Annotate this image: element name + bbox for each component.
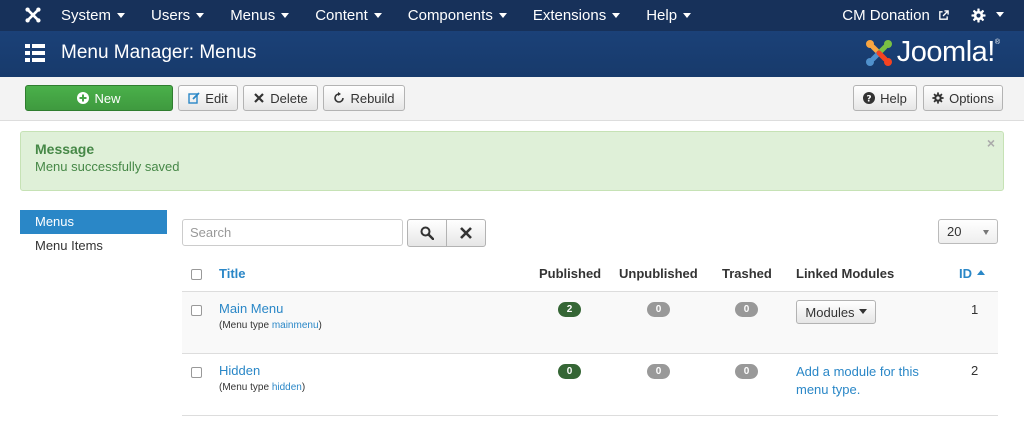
sidebar-item-menu-items[interactable]: Menu Items: [20, 234, 167, 258]
refresh-icon: [334, 92, 345, 103]
caret-down-icon: [683, 12, 692, 18]
menu-list-icon: [25, 44, 45, 62]
search-icon: [420, 226, 434, 240]
menu-type-link[interactable]: hidden: [272, 382, 302, 393]
message-heading: Message: [35, 141, 95, 157]
list-limit-select[interactable]: 20: [938, 219, 998, 244]
close-message-button[interactable]: ×: [987, 135, 995, 151]
caret-down-icon: [196, 12, 205, 18]
gear-icon: [971, 8, 986, 23]
clear-search-button[interactable]: [446, 219, 486, 247]
unpublished-count-badge: 0: [647, 364, 670, 379]
column-header-unpublished: Unpublished: [619, 266, 698, 281]
column-header-linked-modules: Linked Modules: [796, 266, 895, 281]
published-count-badge[interactable]: 2: [558, 302, 581, 317]
menu-help[interactable]: Help: [633, 0, 704, 31]
caret-down-icon: [858, 308, 867, 314]
main-menu: System Users Menus Content Components Ex…: [48, 0, 704, 31]
question-circle-icon: ?: [863, 92, 876, 105]
search-button[interactable]: [407, 219, 447, 247]
external-link-icon: [939, 9, 949, 20]
close-icon: [254, 93, 264, 103]
edit-button[interactable]: Edit: [178, 85, 238, 111]
plus-circle-icon: [77, 92, 90, 104]
brand-text: Joomla!: [896, 36, 996, 68]
row-checkbox[interactable]: [191, 367, 202, 378]
column-header-id[interactable]: ID: [959, 266, 985, 281]
page-header: Menu Manager: Menus Joomla! ®: [0, 31, 1024, 77]
registered-mark: ®: [994, 39, 1000, 46]
delete-button[interactable]: Delete: [243, 85, 318, 111]
modules-dropdown-button[interactable]: Modules: [796, 300, 876, 324]
menu-type-note: (Menu type mainmenu): [219, 320, 322, 331]
joomla-logo-icon: [865, 39, 892, 66]
caret-down-icon: [498, 12, 507, 18]
menu-users[interactable]: Users: [138, 0, 217, 31]
add-module-link[interactable]: Add a module for this menu type.: [796, 363, 946, 399]
joomla-icon[interactable]: [24, 6, 42, 24]
svg-text:?: ?: [867, 95, 872, 105]
close-icon: [460, 227, 472, 239]
caret-down-icon: [281, 12, 290, 18]
menu-type-link[interactable]: mainmenu: [272, 320, 319, 331]
rebuild-button[interactable]: Rebuild: [323, 85, 405, 111]
column-header-title[interactable]: Title: [219, 266, 246, 281]
trashed-count-badge: 0: [735, 302, 758, 317]
new-button[interactable]: New: [25, 85, 173, 111]
edit-icon: [188, 92, 200, 104]
options-button[interactable]: Options: [923, 85, 1003, 111]
menu-components[interactable]: Components: [395, 0, 520, 31]
column-header-trashed: Trashed: [722, 266, 772, 281]
sidebar-item-menus[interactable]: Menus: [20, 210, 167, 234]
column-header-published: Published: [539, 266, 602, 281]
unpublished-count-badge: 0: [647, 302, 670, 317]
chevron-down-icon: [983, 230, 989, 235]
search-input[interactable]: [182, 219, 403, 246]
caret-down-icon: [612, 12, 621, 18]
gear-icon: [932, 92, 944, 104]
divider: [182, 353, 998, 354]
menu-type-note: (Menu type hidden): [219, 382, 306, 393]
success-message: Message Menu successfully saved ×: [20, 131, 1004, 191]
menu-title-link[interactable]: Hidden: [219, 363, 260, 378]
message-text: Menu successfully saved: [35, 159, 180, 174]
caret-down-icon: [996, 12, 1004, 17]
toolbar: New Edit Delete Rebuild ? Help Options: [0, 77, 1024, 121]
menu-content[interactable]: Content: [302, 0, 395, 31]
menu-menus[interactable]: Menus: [217, 0, 302, 31]
help-button[interactable]: ? Help: [853, 85, 917, 111]
menu-extensions[interactable]: Extensions: [520, 0, 633, 31]
page-title: Menu Manager: Menus: [61, 42, 257, 63]
row-checkbox[interactable]: [191, 305, 202, 316]
navbar-right: CM Donation: [842, 0, 1024, 31]
site-link[interactable]: CM Donation: [842, 7, 949, 24]
divider: [182, 415, 998, 416]
trashed-count-badge: 0: [735, 364, 758, 379]
top-navbar: System Users Menus Content Components Ex…: [0, 0, 1024, 31]
select-all-checkbox[interactable]: [191, 269, 202, 280]
row-id: 2: [971, 363, 979, 378]
user-settings-menu[interactable]: [971, 8, 1004, 23]
row-id: 1: [971, 302, 979, 317]
published-count-badge[interactable]: 0: [558, 364, 581, 379]
caret-down-icon: [117, 12, 126, 18]
caret-down-icon: [373, 12, 382, 18]
sort-ascending-icon: [977, 270, 985, 276]
menu-title-link[interactable]: Main Menu: [219, 301, 283, 316]
joomla-logo: Joomla! ®: [863, 36, 1000, 69]
menu-system[interactable]: System: [48, 0, 138, 31]
